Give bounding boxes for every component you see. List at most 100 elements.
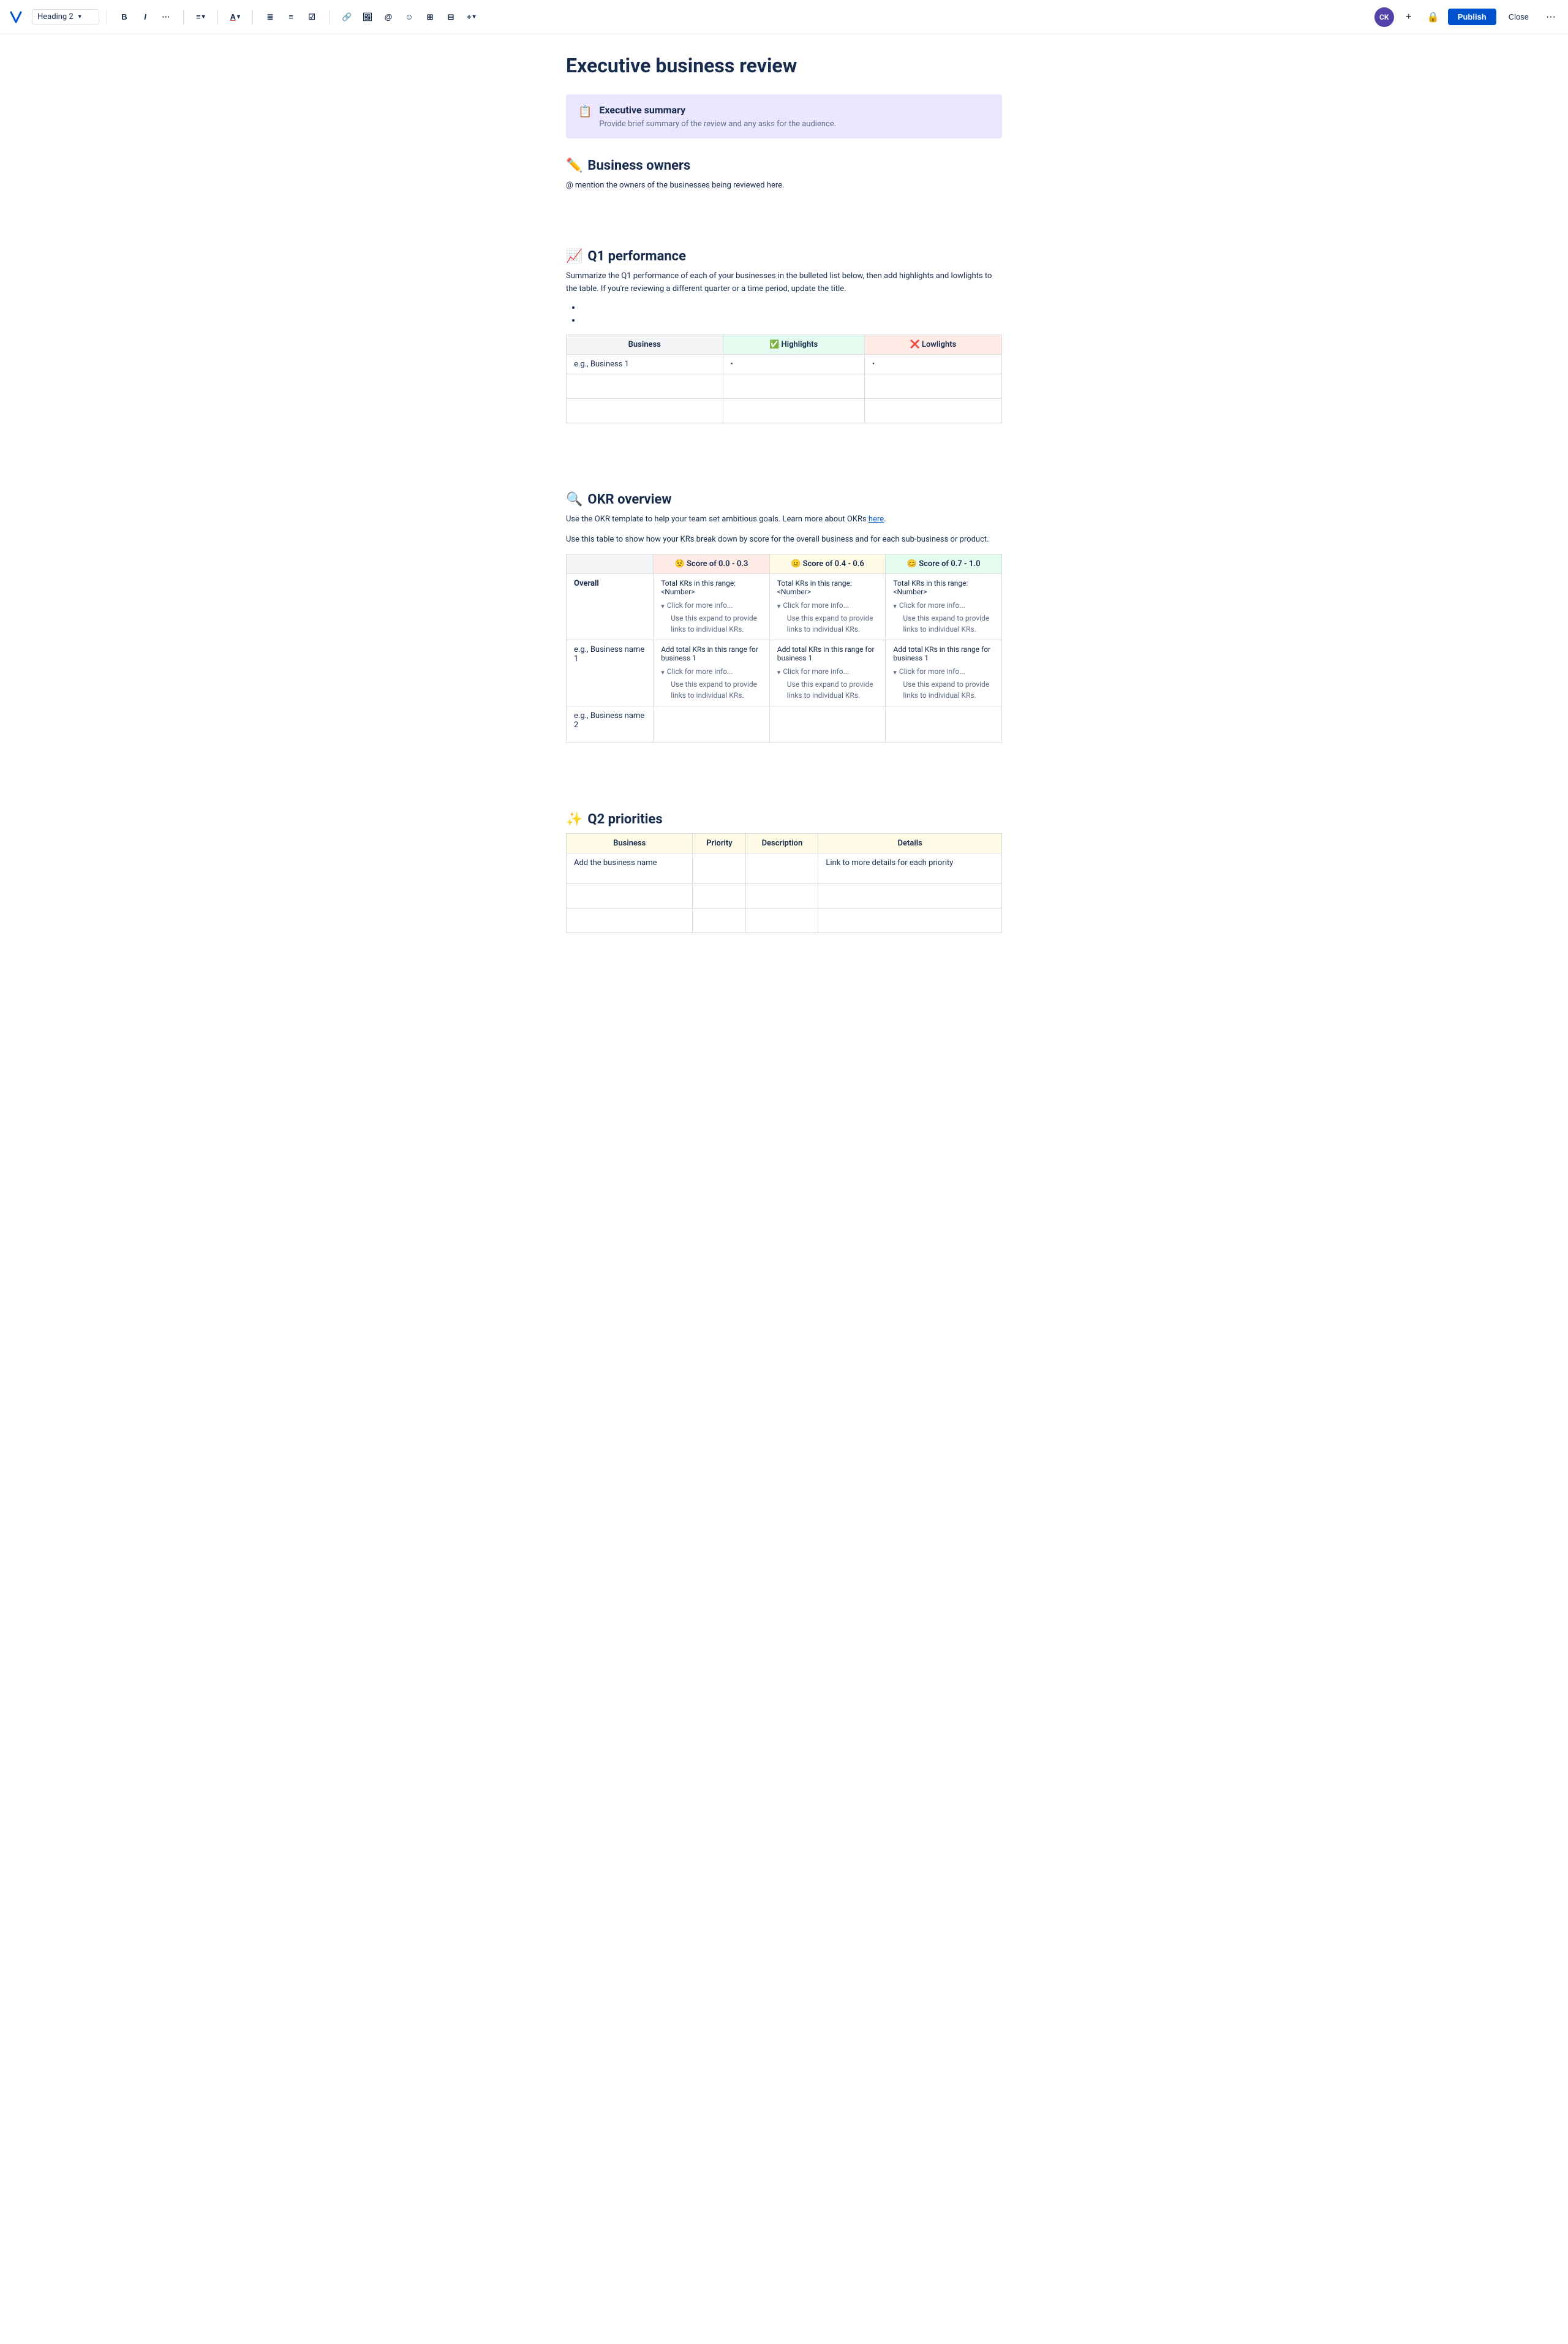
lock-button[interactable]: 🔒 [1423, 7, 1443, 27]
okr-biz1-high-expand-label[interactable]: Click for more info... [899, 667, 965, 676]
emoji-button[interactable]: ☺ [399, 7, 419, 27]
more-text-button[interactable]: ··· [156, 7, 176, 27]
okr-td-overall-high[interactable]: Total KRs in this range: <Number> ▾ Clic… [886, 573, 1002, 640]
q1-th-business: Business [567, 335, 723, 355]
callout-description[interactable]: Provide brief summary of the review and … [599, 119, 836, 129]
q2-th-details: Details [818, 833, 1002, 853]
more-options-button[interactable]: ··· [1541, 7, 1561, 27]
image-button[interactable]: 🖼 [358, 7, 377, 27]
align-button[interactable]: ≡ ▾ [191, 7, 210, 27]
heading-selector-label: Heading 2 [37, 12, 74, 21]
q1-bullet-1[interactable] [581, 303, 1002, 312]
bullet-list-icon: ≣ [267, 12, 274, 22]
task-button[interactable]: ☑ [302, 7, 322, 27]
user-avatar[interactable]: CK [1374, 7, 1394, 27]
business-owners-heading: ✏️ Business owners [566, 158, 1002, 173]
spacer-2 [566, 214, 1002, 229]
q1-th-highlights: ✅ Highlights [723, 335, 864, 355]
okr-td-overall-label[interactable]: Overall [567, 573, 654, 640]
q1-td-lowlights-3[interactable] [864, 399, 1001, 423]
q2-td-priority-2[interactable] [693, 883, 746, 908]
link-button[interactable]: 🔗 [337, 7, 356, 27]
mention-button[interactable]: @ [379, 7, 398, 27]
okr-td-biz2-low[interactable] [654, 706, 770, 743]
q2-td-priority-3[interactable] [693, 908, 746, 932]
q2-td-business-2[interactable] [567, 883, 693, 908]
q2-priorities-heading: ✨ Q2 priorities [566, 812, 1002, 827]
okr-overall-mid-expand-label[interactable]: Click for more info... [783, 601, 849, 610]
q1-td-highlights-1[interactable]: • [723, 355, 864, 374]
okr-td-biz1-high[interactable]: Add total KRs in this range for business… [886, 640, 1002, 706]
insert-more-button[interactable]: + ▾ [462, 7, 481, 27]
text-color-button[interactable]: A ▾ [225, 7, 245, 27]
spacer-3 [566, 443, 1002, 458]
app-logo[interactable] [7, 9, 24, 26]
okr-overall-high-main: Total KRs in this range: <Number> [893, 579, 994, 596]
table-button[interactable]: ⊞ [420, 7, 440, 27]
okr-overall-high-expand-label[interactable]: Click for more info... [899, 601, 965, 610]
okr-overall-low-expand-desc: Use this expand to provide links to indi… [661, 613, 762, 635]
q1-performance-para[interactable]: Summarize the Q1 performance of each of … [566, 270, 1002, 296]
okr-td-biz2-label[interactable]: e.g., Business name 2 [567, 706, 654, 743]
okr-biz1-low-expand-row: ▾ Click for more info... [661, 667, 762, 676]
numbered-list-button[interactable]: ≡ [281, 7, 301, 27]
business-owners-para[interactable]: @ mention the owners of the businesses b… [566, 180, 1002, 192]
callout-title[interactable]: Executive summary [599, 104, 836, 116]
q2-priorities-title[interactable]: Q2 priorities [587, 812, 662, 827]
okr-learn-more-link[interactable]: here [869, 515, 884, 524]
okr-overall-low-expand-label[interactable]: Click for more info... [667, 601, 733, 610]
q1-performance-title[interactable]: Q1 performance [587, 249, 686, 264]
q2-td-business-1[interactable]: Add the business name [567, 853, 693, 883]
okr-overview-title[interactable]: OKR overview [587, 492, 671, 507]
okr-td-biz1-mid[interactable]: Add total KRs in this range for business… [769, 640, 886, 706]
okr-td-overall-low[interactable]: Total KRs in this range: <Number> ▾ Clic… [654, 573, 770, 640]
add-collaborator-button[interactable]: + [1399, 7, 1419, 27]
q1-td-lowlights-1[interactable]: • [864, 355, 1001, 374]
q1-td-highlights-3[interactable] [723, 399, 864, 423]
okr-overall-low-main: Total KRs in this range: <Number> [661, 579, 762, 596]
bullet-list-button[interactable]: ≣ [260, 7, 280, 27]
okr-biz1-low-main: Add total KRs in this range for business… [661, 645, 762, 662]
q1-td-lowlights-2[interactable] [864, 374, 1001, 399]
q2-td-description-3[interactable] [746, 908, 818, 932]
q2-td-priority-1[interactable] [693, 853, 746, 883]
q2-td-description-2[interactable] [746, 883, 818, 908]
q1-td-highlights-2[interactable] [723, 374, 864, 399]
okr-td-overall-mid[interactable]: Total KRs in this range: <Number> ▾ Clic… [769, 573, 886, 640]
bold-button[interactable]: B [115, 7, 134, 27]
q1-bullet-2[interactable] [581, 316, 1002, 325]
q2-th-priority: Priority [693, 833, 746, 853]
layout-button[interactable]: ⊟ [441, 7, 461, 27]
toolbar-divider-4 [252, 10, 253, 25]
q2-td-details-3[interactable] [818, 908, 1002, 932]
publish-button[interactable]: Publish [1448, 9, 1496, 25]
chevron-right-icon: ▾ [893, 668, 897, 676]
heading-selector[interactable]: Heading 2 ▾ [32, 9, 99, 25]
q1-td-business-1[interactable]: e.g., Business 1 [567, 355, 723, 374]
q2-td-details-2[interactable] [818, 883, 1002, 908]
chevron-right-icon: ▾ [661, 602, 665, 610]
q2-td-description-1[interactable] [746, 853, 818, 883]
q1-td-business-3[interactable] [567, 399, 723, 423]
q2-td-details-1[interactable]: Link to more details for each priority [818, 853, 1002, 883]
layout-icon: ⊟ [448, 12, 454, 22]
chevron-right-icon: ▾ [777, 668, 781, 676]
okr-td-biz2-high[interactable] [886, 706, 1002, 743]
italic-button[interactable]: I [135, 7, 155, 27]
q2-th-business: Business [567, 833, 693, 853]
q2-td-business-3[interactable] [567, 908, 693, 932]
okr-para-2: Use this table to show how your KRs brea… [566, 534, 1002, 546]
q1-td-business-2[interactable] [567, 374, 723, 399]
okr-td-biz2-mid[interactable] [769, 706, 886, 743]
toolbar-divider-3 [217, 10, 218, 25]
okr-td-biz1-label[interactable]: e.g., Business name 1 [567, 640, 654, 706]
okr-biz1-mid-expand-label[interactable]: Click for more info... [783, 667, 849, 676]
okr-overall-mid-expand-row: ▾ Click for more info... [777, 601, 878, 610]
okr-biz1-low-expand-label[interactable]: Click for more info... [667, 667, 733, 676]
chevron-down-icon-align: ▾ [202, 13, 205, 20]
business-owners-title[interactable]: Business owners [587, 158, 690, 173]
close-button[interactable]: Close [1501, 9, 1536, 25]
okr-td-biz1-low[interactable]: Add total KRs in this range for business… [654, 640, 770, 706]
table-row [567, 399, 1002, 423]
document-title[interactable]: Executive business review [566, 54, 1002, 77]
